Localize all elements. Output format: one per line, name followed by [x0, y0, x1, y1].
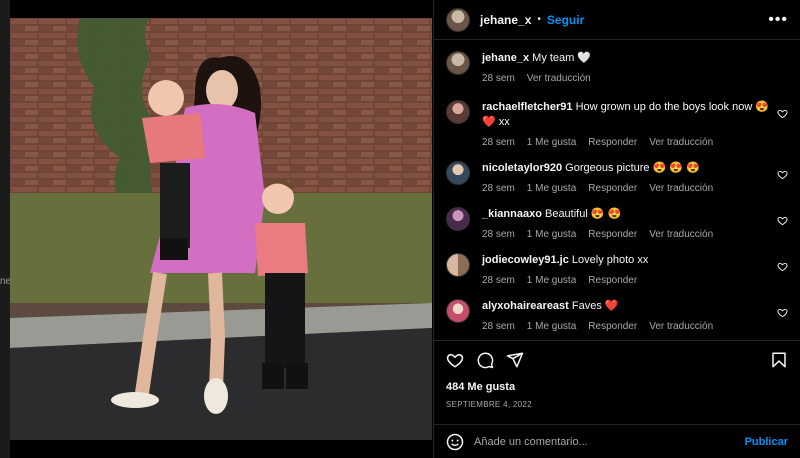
- photo-illustration: [10, 18, 432, 440]
- comment-reply-button[interactable]: Responder: [588, 137, 637, 148]
- publish-button[interactable]: Publicar: [745, 436, 788, 448]
- comment-content: Faves ❤️: [571, 300, 619, 312]
- commenter-avatar[interactable]: [446, 100, 470, 124]
- comment-content: Beautiful 😍 😍: [544, 208, 622, 220]
- add-comment-input[interactable]: [474, 435, 737, 448]
- comment-likes[interactable]: 1 Me gusta: [527, 183, 576, 194]
- post-photo[interactable]: [10, 18, 432, 440]
- comments-list[interactable]: jehane_x My team 🤍 28 sem Ver traducción…: [434, 41, 800, 339]
- comment-content: Gorgeous picture 😍 😍 😍: [565, 162, 700, 174]
- more-options-icon[interactable]: •••: [768, 11, 788, 29]
- comment-likes[interactable]: 1 Me gusta: [527, 321, 576, 332]
- comment-like-heart-icon[interactable]: [777, 261, 788, 272]
- comment-meta: 28 sem 1 Me gusta Responder Ver traducci…: [482, 321, 772, 332]
- caption-text: jehane_x My team 🤍: [482, 51, 772, 66]
- comment-username[interactable]: _kiannaaxo: [482, 208, 542, 220]
- share-icon[interactable]: [506, 351, 524, 369]
- separator-dot: •: [537, 14, 541, 25]
- commenter-avatar[interactable]: [446, 161, 470, 185]
- author-username[interactable]: jehane_x: [480, 13, 531, 27]
- comment-translate-link[interactable]: Ver traducción: [649, 137, 713, 148]
- comment-meta: 28 sem 1 Me gusta Responder Ver traducci…: [482, 183, 772, 194]
- comment-translate-link[interactable]: Ver traducción: [649, 229, 713, 240]
- follow-button[interactable]: Seguir: [547, 13, 584, 27]
- comment-likes[interactable]: 1 Me gusta: [527, 137, 576, 148]
- comment-item: _kiannaaxo Beautiful 😍 😍 28 sem 1 Me gus…: [446, 207, 788, 240]
- comment-item: alyxohaireareast Faves ❤️ 28 sem 1 Me gu…: [446, 299, 788, 332]
- comment-time[interactable]: 28 sem: [482, 137, 515, 148]
- caption-time[interactable]: 28 sem: [482, 73, 515, 84]
- like-count[interactable]: 484 Me gusta: [446, 381, 515, 393]
- comment-text: _kiannaaxo Beautiful 😍 😍: [482, 207, 772, 222]
- comment-like-heart-icon[interactable]: [777, 307, 788, 318]
- backdrop-left: ne: [0, 0, 11, 458]
- comment-meta: 28 sem 1 Me gusta Responder Ver traducci…: [482, 137, 772, 148]
- author-avatar[interactable]: [446, 7, 470, 32]
- comment-reply-button[interactable]: Responder: [588, 321, 637, 332]
- comment-time[interactable]: 28 sem: [482, 183, 515, 194]
- like-heart-icon[interactable]: [446, 351, 464, 369]
- bookmark-icon[interactable]: [770, 351, 788, 369]
- comment-text: alyxohaireareast Faves ❤️: [482, 299, 772, 314]
- caption-username[interactable]: jehane_x: [482, 52, 529, 64]
- author-avatar[interactable]: [446, 51, 470, 75]
- comment-text: nicoletaylor920 Gorgeous picture 😍 😍 😍: [482, 161, 772, 176]
- comment-username[interactable]: rachaelfletcher91: [482, 101, 573, 113]
- add-comment-row: Publicar: [434, 424, 800, 458]
- comment-time[interactable]: 28 sem: [482, 321, 515, 332]
- post-side-panel: jehane_x • Seguir ••• jehane_x My team 🤍…: [433, 0, 800, 458]
- caption-translate-link[interactable]: Ver traducción: [527, 73, 591, 84]
- comment-item: rachaelfletcher91 How grown up do the bo…: [446, 100, 788, 148]
- comment-time[interactable]: 28 sem: [482, 229, 515, 240]
- commenter-avatar[interactable]: [446, 207, 470, 231]
- caption: jehane_x My team 🤍 28 sem Ver traducción: [446, 51, 788, 84]
- emoji-icon[interactable]: [446, 433, 464, 451]
- post-date: SEPTIEMBRE 4, 2022: [446, 400, 532, 409]
- comment-translate-link[interactable]: Ver traducción: [649, 321, 713, 332]
- comment-reply-button[interactable]: Responder: [588, 183, 637, 194]
- comment-meta: 28 sem 1 Me gusta Responder Ver traducci…: [482, 229, 772, 240]
- comment-item: jodiecowley91.jc Lovely photo xx 28 sem …: [446, 253, 788, 286]
- comment-text: rachaelfletcher91 How grown up do the bo…: [482, 100, 772, 130]
- comment-username[interactable]: jodiecowley91.jc: [482, 254, 569, 266]
- caption-meta: 28 sem Ver traducción: [482, 73, 772, 84]
- comment-content: Lovely photo xx: [571, 254, 649, 266]
- comment-likes[interactable]: 1 Me gusta: [527, 229, 576, 240]
- commenter-avatar[interactable]: [446, 253, 470, 277]
- comment-reply-button[interactable]: Responder: [588, 229, 637, 240]
- comment-username[interactable]: alyxohaireareast: [482, 300, 569, 312]
- comment-like-heart-icon[interactable]: [777, 108, 788, 119]
- comment-time[interactable]: 28 sem: [482, 275, 515, 286]
- commenter-avatar[interactable]: [446, 299, 470, 323]
- comment-reply-button[interactable]: Responder: [588, 275, 637, 286]
- comment-text: jodiecowley91.jc Lovely photo xx: [482, 253, 772, 268]
- comment-username[interactable]: nicoletaylor920: [482, 162, 562, 174]
- comment-meta: 28 sem 1 Me gusta Responder: [482, 275, 772, 286]
- comment-likes[interactable]: 1 Me gusta: [527, 275, 576, 286]
- post-actions: [434, 340, 800, 378]
- comment-like-heart-icon[interactable]: [777, 169, 788, 180]
- comment-item: nicoletaylor920 Gorgeous picture 😍 😍 😍 2…: [446, 161, 788, 194]
- caption-content: My team 🤍: [532, 52, 592, 64]
- comment-icon[interactable]: [476, 351, 494, 369]
- post-header: jehane_x • Seguir •••: [434, 0, 800, 40]
- comment-translate-link[interactable]: Ver traducción: [649, 183, 713, 194]
- comment-like-heart-icon[interactable]: [777, 215, 788, 226]
